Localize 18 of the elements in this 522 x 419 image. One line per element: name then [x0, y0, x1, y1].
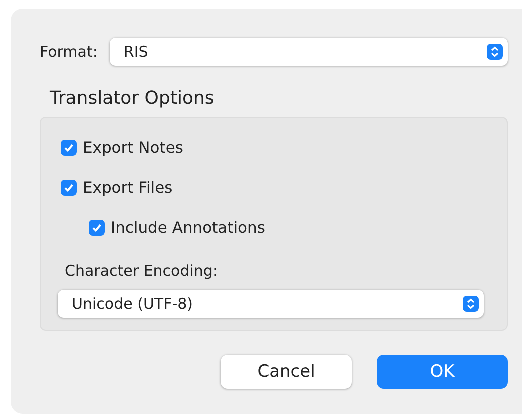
checkbox[interactable] [61, 180, 77, 196]
checkmark-icon [63, 182, 75, 194]
checkbox-label[interactable]: Export Notes [83, 139, 184, 157]
stepper-icon [487, 44, 503, 60]
checkbox[interactable] [61, 140, 77, 156]
stepper-icon [463, 296, 479, 312]
format-select[interactable]: RIS [110, 38, 508, 66]
checkbox[interactable] [89, 220, 105, 236]
ok-button[interactable]: OK [377, 355, 508, 389]
section-heading: Translator Options [50, 88, 216, 109]
encoding-label: Character Encoding: [65, 262, 220, 280]
encoding-select[interactable]: Unicode (UTF-8) [58, 290, 484, 318]
format-label: Format: [40, 43, 98, 61]
cancel-button[interactable]: Cancel [221, 355, 352, 389]
checkmark-icon [63, 142, 75, 154]
checkbox-label[interactable]: Include Annotations [111, 219, 266, 237]
checkmark-icon [91, 222, 103, 234]
checkbox-label[interactable]: Export Files [83, 179, 173, 197]
